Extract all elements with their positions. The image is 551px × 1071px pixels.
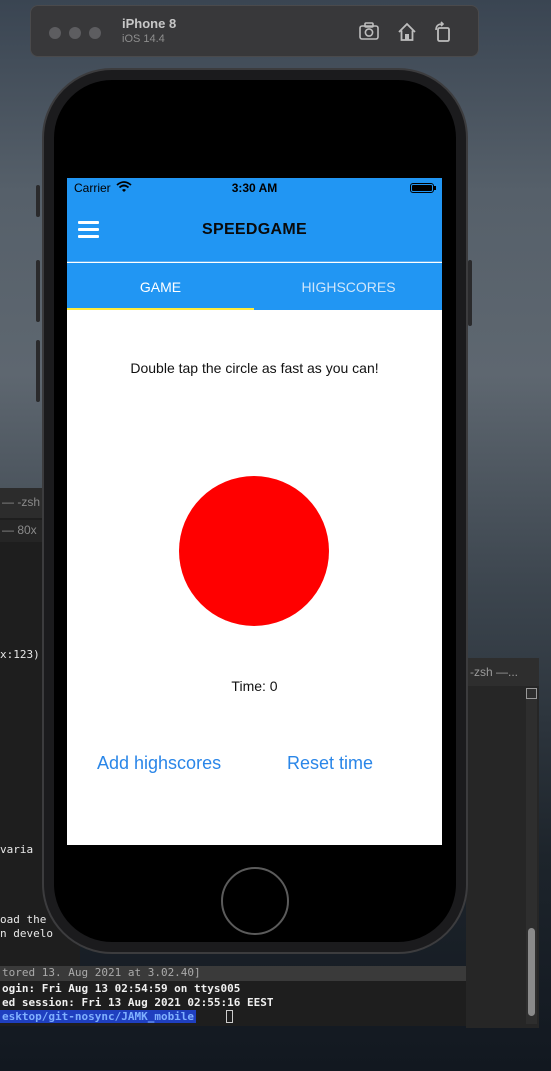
volume-up-button <box>36 260 40 322</box>
reset-time-button[interactable]: Reset time <box>287 753 373 774</box>
os-version: iOS 14.4 <box>122 33 165 45</box>
background-terminal-bottom: tored 13. Aug 2021 at 3.02.40] ogin: Fri… <box>0 966 538 1026</box>
tab-bar: GAME HIGHSCORES <box>67 263 442 310</box>
game-instructions: Double tap the circle as fast as you can… <box>130 360 379 376</box>
terminal-prompt: esktop/git-nosync/JAMK_mobile <box>0 1010 197 1023</box>
power-button <box>468 260 472 326</box>
terminal-line: x:123) <box>0 648 40 661</box>
app-screen: Carrier 3:30 AM SPEEDGAME GAME HIGHSCORE… <box>67 178 442 845</box>
screenshot-icon[interactable] <box>358 21 380 43</box>
close-window-button[interactable] <box>49 27 61 39</box>
tab-game[interactable]: GAME <box>67 263 254 310</box>
volume-down-button <box>36 340 40 402</box>
status-bar: Carrier 3:30 AM <box>67 178 442 198</box>
app-title: SPEEDGAME <box>202 221 307 238</box>
home-icon[interactable] <box>396 21 418 43</box>
terminal-login-line: ogin: Fri Aug 13 02:54:59 on ttys005 <box>2 982 241 995</box>
tab-highscores[interactable]: HIGHSCORES <box>255 263 442 310</box>
zoom-window-button[interactable] <box>89 27 101 39</box>
background-terminal-right: -zsh —... <box>466 658 539 1028</box>
tap-target-circle[interactable] <box>179 476 329 626</box>
terminal-restored-line: tored 13. Aug 2021 at 3.02.40] <box>0 966 520 981</box>
home-button[interactable] <box>221 867 289 935</box>
app-header: SPEEDGAME <box>67 198 442 262</box>
simulator-toolbar: iPhone 8 iOS 14.4 <box>30 5 479 57</box>
terminal-title: -zsh —... <box>466 658 539 686</box>
active-tab-indicator <box>67 308 254 310</box>
terminal-line: n develo <box>0 927 53 940</box>
scrollbar-box <box>526 688 537 699</box>
terminal-cursor <box>226 1010 233 1023</box>
mute-switch <box>36 185 40 217</box>
terminal-session-line: ed session: Fri 13 Aug 2021 02:55:16 EES… <box>2 996 274 1009</box>
terminal-scrollbar[interactable] <box>526 688 537 1024</box>
status-time: 3:30 AM <box>231 181 278 195</box>
add-highscores-button[interactable]: Add highscores <box>97 753 221 774</box>
terminal-line: oad the <box>0 913 47 926</box>
minimize-window-button[interactable] <box>69 27 81 39</box>
time-display: Time: 0 <box>231 678 278 694</box>
battery-icon <box>410 183 436 193</box>
scrollbar-thumb[interactable] <box>528 928 535 1016</box>
rotate-icon[interactable] <box>432 21 454 43</box>
terminal-line: varia <box>0 843 34 856</box>
device-name: iPhone 8 <box>122 16 177 31</box>
